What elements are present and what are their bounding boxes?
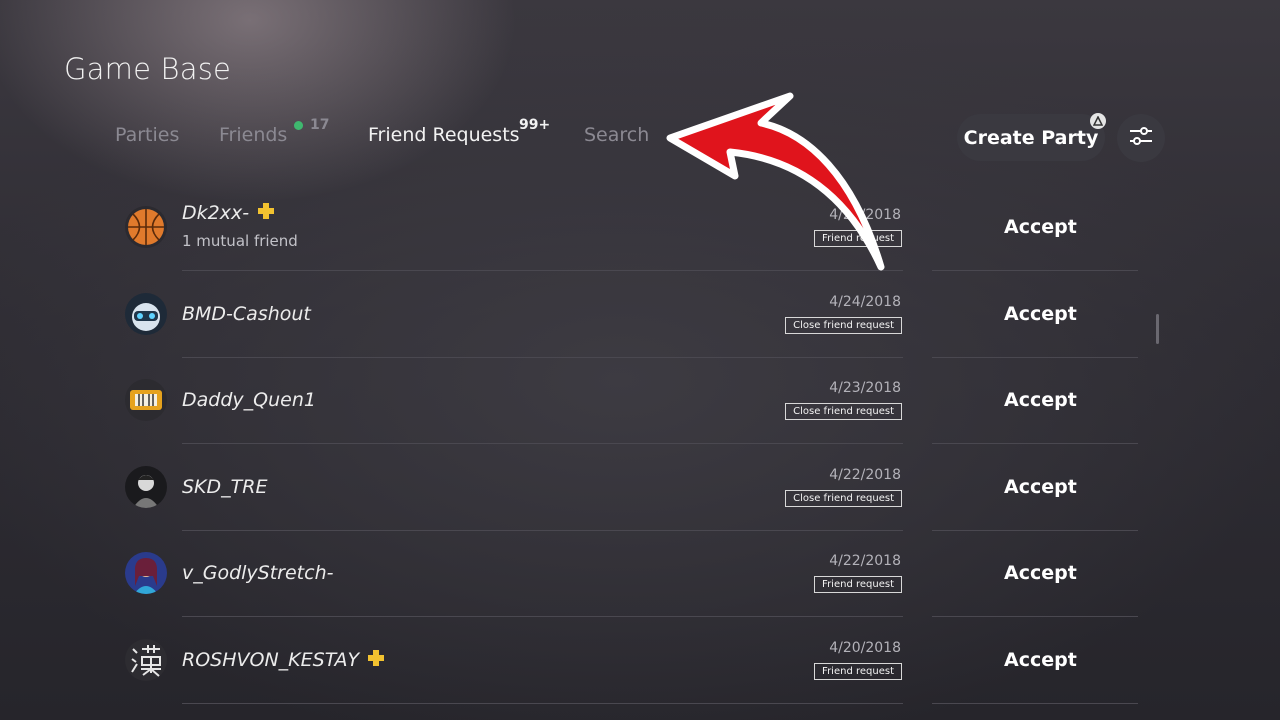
friend-request-row[interactable]: Daddy_Quen1 4/23/2018 Close friend reque…	[0, 358, 1280, 444]
request-date: 4/24/2018	[829, 294, 901, 310]
divider	[932, 443, 1138, 444]
accept-button[interactable]: Accept	[1004, 649, 1077, 671]
create-party-label: Create Party	[963, 126, 1099, 149]
mutual-friends-text: 1 mutual friend	[182, 232, 298, 250]
avatar-portrait	[125, 466, 167, 508]
avatar-badge	[125, 379, 167, 421]
page-title: Game Base	[64, 52, 232, 86]
friends-count-badge: 17	[310, 117, 330, 133]
accept-button[interactable]: Accept	[1004, 562, 1077, 584]
playstation-plus-icon	[367, 649, 385, 672]
accept-button[interactable]: Accept	[1004, 476, 1077, 498]
username: ROSHVON_KESTAY	[182, 649, 385, 672]
triangle-icon	[1090, 113, 1106, 129]
red-arrow-annotation	[666, 92, 885, 271]
divider	[182, 616, 903, 617]
request-date: 4/22/2018	[829, 467, 901, 483]
filter-button[interactable]	[1117, 114, 1165, 162]
request-type-tag: Close friend request	[785, 403, 902, 420]
username: Dk2xx-	[182, 202, 275, 225]
friend-requests-count-badge: 99+	[519, 117, 551, 133]
request-date: 4/20/2018	[829, 640, 901, 656]
accept-button[interactable]: Accept	[1004, 303, 1077, 325]
request-date: 4/22/2018	[829, 553, 901, 569]
scrollbar[interactable]	[1156, 314, 1159, 344]
friend-request-row[interactable]: ROSHVON_KESTAY 4/20/2018 Friend request …	[0, 618, 1280, 704]
divider	[932, 616, 1138, 617]
username: SKD_TRE	[182, 476, 268, 498]
filter-sliders-icon	[1129, 126, 1153, 150]
tab-friends[interactable]: Friends	[219, 124, 287, 146]
username: BMD-Cashout	[182, 303, 311, 325]
create-party-button[interactable]: Create Party	[957, 114, 1105, 161]
request-type-tag: Friend request	[814, 576, 902, 593]
divider	[932, 270, 1138, 271]
accept-button[interactable]: Accept	[1004, 389, 1077, 411]
avatar-character	[125, 552, 167, 594]
divider	[932, 703, 1138, 704]
request-type-tag: Close friend request	[785, 490, 902, 507]
username: Daddy_Quen1	[182, 389, 316, 411]
request-type-tag: Friend request	[814, 663, 902, 680]
online-status-dot	[294, 121, 303, 130]
avatar-character	[125, 293, 167, 335]
playstation-plus-icon	[257, 202, 275, 225]
username: v_GodlyStretch-	[182, 562, 334, 584]
divider	[182, 443, 903, 444]
avatar-basketball	[125, 206, 167, 248]
friend-request-row[interactable]: v_GodlyStretch- 4/22/2018 Friend request…	[0, 531, 1280, 617]
tab-parties[interactable]: Parties	[115, 124, 179, 146]
request-date: 4/23/2018	[829, 380, 901, 396]
friend-request-row[interactable]: SKD_TRE 4/22/2018 Close friend request A…	[0, 445, 1280, 531]
request-type-tag: Close friend request	[785, 317, 902, 334]
divider	[182, 703, 903, 704]
accept-button[interactable]: Accept	[1004, 216, 1077, 238]
avatar-kanji	[125, 639, 167, 681]
tab-friend-requests[interactable]: Friend Requests	[368, 124, 520, 146]
